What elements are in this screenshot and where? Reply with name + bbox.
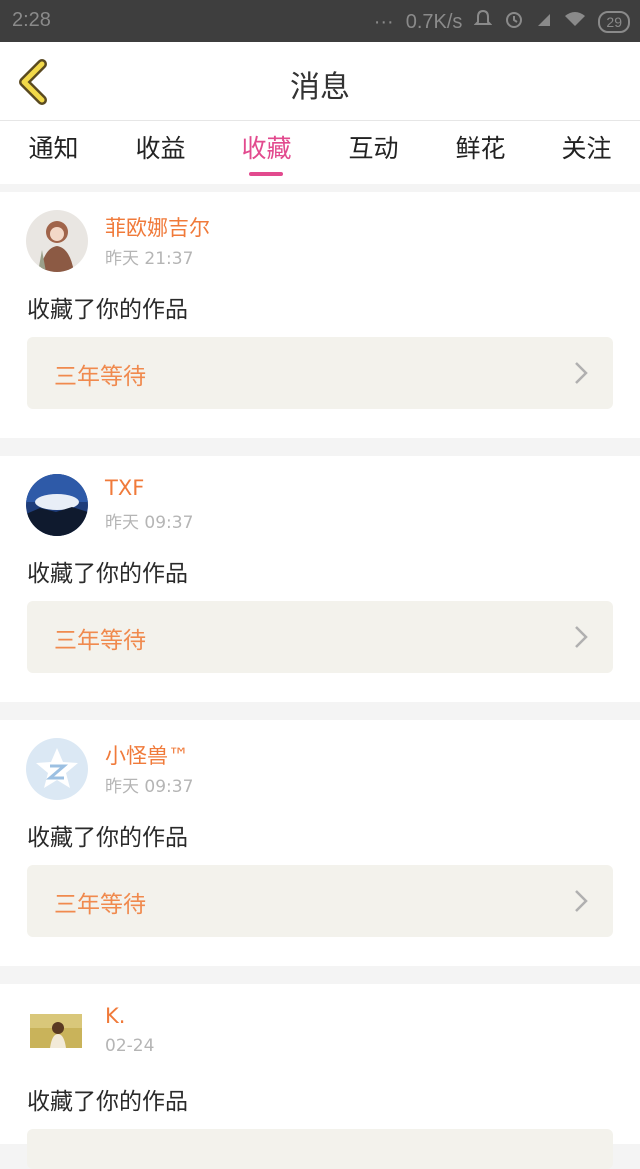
active-tab-indicator (249, 172, 283, 176)
tab-label: 关注 (561, 134, 612, 163)
status-time: 2:28 (12, 9, 51, 31)
avatar[interactable] (30, 1014, 82, 1048)
work-link[interactable] (27, 1129, 613, 1169)
notification-item: 小怪兽™ 昨天 09:37 收藏了你的作品 三年等待 (0, 720, 640, 966)
timestamp: 昨天 09:37 (105, 513, 194, 533)
notification-item: K. 02-24 收藏了你的作品 (0, 984, 640, 1169)
work-link[interactable]: 三年等待 (27, 601, 613, 673)
username[interactable]: 小怪兽™ (105, 740, 189, 770)
action-text: 收藏了你的作品 (27, 561, 188, 587)
network-speed: 0.7K/s (405, 10, 463, 33)
wifi-icon (564, 10, 586, 34)
notification-item: 菲欧娜吉尔 昨天 21:37 收藏了你的作品 三年等待 (0, 192, 640, 438)
status-bar: 2:28 ··· 0.7K/s 29 (0, 0, 640, 42)
tab-earnings[interactable]: 收益 (107, 129, 214, 179)
tab-bar: 通知 收益 收藏 互动 鲜花 关注 (0, 121, 640, 184)
alarm-icon (504, 9, 524, 35)
landscape-avatar-image (26, 474, 88, 536)
action-text: 收藏了你的作品 (27, 825, 188, 851)
timestamp: 02-24 (105, 1036, 155, 1056)
tab-favorites[interactable]: 收藏 (213, 129, 320, 179)
header-bar: 消息 (0, 42, 640, 121)
tab-label: 通知 (28, 134, 79, 163)
battery-indicator: 29 (598, 11, 630, 33)
tab-flowers[interactable]: 鲜花 (427, 129, 534, 179)
tab-notice[interactable]: 通知 (0, 129, 107, 179)
tab-interaction[interactable]: 互动 (320, 129, 427, 179)
tab-label: 互动 (348, 134, 399, 163)
action-text: 收藏了你的作品 (27, 1089, 188, 1115)
tab-label: 鲜花 (455, 134, 506, 163)
avatar[interactable] (26, 738, 88, 800)
chevron-right-icon (575, 890, 588, 912)
signal-icon (536, 10, 552, 34)
work-title: 三年等待 (54, 892, 146, 918)
tab-follow[interactable]: 关注 (533, 129, 640, 179)
timestamp: 昨天 21:37 (105, 249, 194, 269)
avatar[interactable] (26, 474, 88, 536)
status-icons: ··· 0.7K/s 29 (374, 9, 630, 35)
bell-icon (474, 9, 493, 35)
username[interactable]: TXF (105, 476, 144, 500)
tab-label: 收益 (135, 134, 186, 163)
work-link[interactable]: 三年等待 (27, 337, 613, 409)
page-title: 消息 (290, 70, 350, 105)
avatar[interactable] (26, 210, 88, 272)
notification-item: TXF 昨天 09:37 收藏了你的作品 三年等待 (0, 456, 640, 702)
work-link[interactable]: 三年等待 (27, 865, 613, 937)
anime-girl-avatar-image (26, 210, 88, 272)
photo-avatar-image (30, 1014, 82, 1048)
dots-icon: ··· (373, 10, 394, 33)
username[interactable]: K. (105, 1004, 125, 1028)
chevron-right-icon (575, 626, 588, 648)
username[interactable]: 菲欧娜吉尔 (105, 212, 210, 242)
tab-label: 收藏 (241, 134, 292, 163)
work-title: 三年等待 (54, 364, 146, 390)
timestamp: 昨天 09:37 (105, 777, 194, 797)
qzone-star-avatar-image (26, 738, 88, 800)
action-text: 收藏了你的作品 (27, 297, 188, 323)
work-title: 三年等待 (54, 628, 146, 654)
chevron-right-icon (575, 362, 588, 384)
